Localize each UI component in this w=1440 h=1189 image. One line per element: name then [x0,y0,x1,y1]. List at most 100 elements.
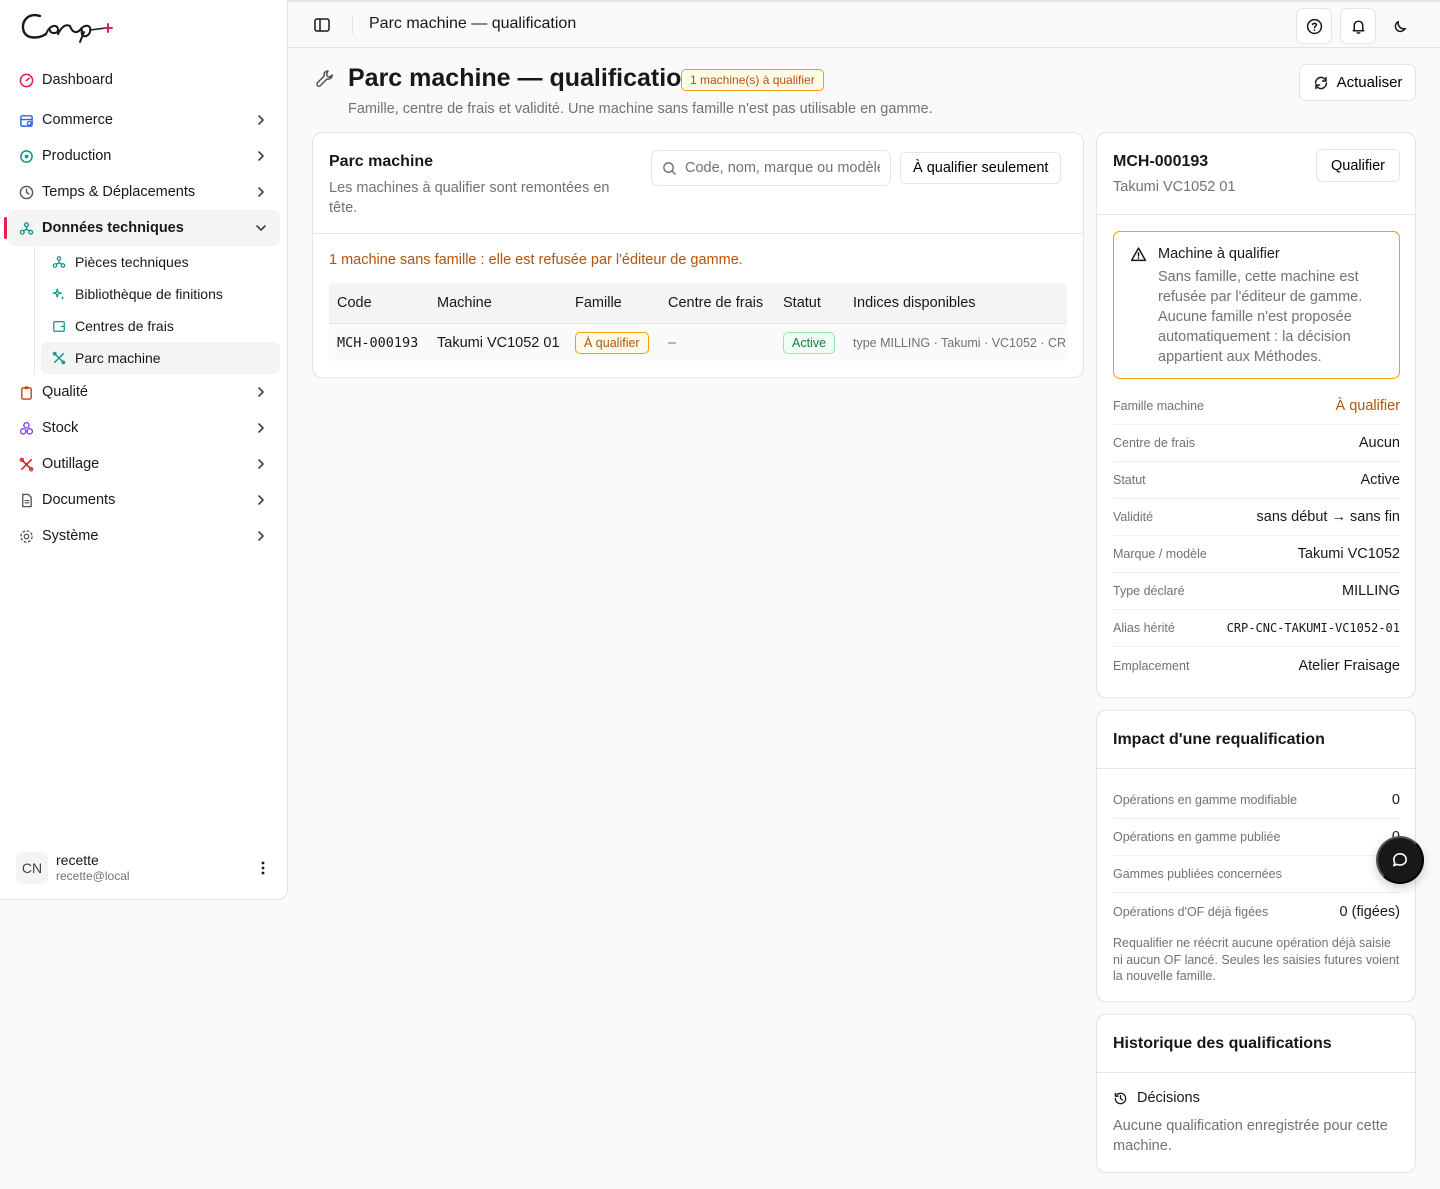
sidebar-item-stock[interactable]: Stock [8,410,280,446]
field-alias: Alias hérité CRP-CNC-TAKUMI-VC1052-01 [1113,610,1400,647]
page-subtitle: Famille, centre de frais et validité. Un… [348,101,933,117]
sidebar-subitem-label: Centres de frais [75,318,174,334]
sidebar-subitem-label: Bibliothèque de finitions [75,286,223,302]
field-value: CRP-CNC-TAKUMI-VC1052-01 [1226,621,1400,635]
card-title: Parc machine [329,153,434,170]
main-nav: Dashboard Commerce Production Temps & Dé… [4,62,280,554]
sidebar-item-label: Commerce [42,112,113,128]
qualify-button[interactable]: Qualifier [1316,149,1400,182]
column-header[interactable]: Indices disponibles [845,295,1067,311]
clipboard-icon [18,384,34,400]
chevron-right-icon [258,495,264,505]
clock-icon [18,184,34,200]
chevron-right-icon [258,459,264,469]
bell-icon [1351,19,1365,34]
chevron-right-icon [258,115,264,125]
history-icon [1114,1092,1127,1104]
field-value: Aucun [1358,435,1400,451]
column-header[interactable]: Machine [429,295,567,311]
sidebar-item-documents[interactable]: Documents [8,482,280,518]
field-label: Marque / modèle [1113,547,1207,561]
divider [313,233,1083,234]
chat-button[interactable] [1376,836,1424,884]
theme-toggle-button[interactable] [1382,8,1418,44]
wallet-icon [51,318,67,334]
field-label: Alias hérité [1113,621,1175,635]
sidebar-item-production[interactable]: Production [8,138,280,174]
cell-statut: Active [775,331,845,354]
sidebar-item-temps[interactable]: Temps & Déplacements [8,174,280,210]
sidebar-subitem-parc-machine[interactable]: Parc machine [41,342,280,374]
sidebar-item-label: Qualité [42,384,88,400]
alert-text: Sans famille, cette machine est refusée … [1158,269,1363,365]
column-header[interactable]: Code [329,295,429,311]
field-type: Type déclaré MILLING [1113,573,1400,610]
sidebar-item-dashboard[interactable]: Dashboard [8,62,280,98]
sidebar-subitem-finitions[interactable]: Bibliothèque de finitions [41,278,280,310]
field-value: À qualifier [1335,398,1400,414]
sidebar-subitem-pieces[interactable]: Pièces techniques [41,246,280,278]
sidebar-item-qualite[interactable]: Qualité [8,374,280,410]
refresh-label: Actualiser [1336,74,1403,91]
search-box[interactable] [651,150,891,186]
factory-icon [18,148,34,164]
field-value: Takumi VC1052 [1297,546,1400,562]
chevron-right-icon [258,151,264,161]
sparkles-icon [51,286,67,302]
cell-code: MCH-000193 [337,334,419,351]
field-value: sans début → sans fin [1256,509,1400,525]
tools-icon [51,350,67,366]
sidebar-item-systeme[interactable]: Système [8,518,280,554]
history-section-title: Décisions [1113,1090,1200,1106]
field-value: MILLING [1341,583,1400,599]
sidebar-subitem-label: Pièces techniques [75,254,189,270]
history-empty-text: Aucune qualification enregistrée pour ce… [1113,1118,1388,1154]
user-email: recette@local [56,869,130,883]
cell-machine: Takumi VC1052 01 [437,334,560,351]
status-badge: À qualifier [575,331,649,354]
warning-triangle-icon [1130,247,1147,262]
sidebar-subitem-centres[interactable]: Centres de frais [41,310,280,342]
machine-detail-card: MCH-000193 Takumi VC1052 01 Qualifier Ma… [1096,132,1416,698]
impact-value: 0 (figées) [1339,903,1400,920]
sidebar-item-outillage[interactable]: Outillage [8,446,280,482]
cell-famille: À qualifier [567,331,660,354]
table-header: Code Machine Famille Centre de frais Sta… [329,283,1067,323]
refresh-button[interactable]: Actualiser [1299,64,1416,101]
impact-label: Gammes publiées concernées [1113,867,1282,881]
column-header[interactable]: Centre de frais [660,295,775,311]
sidebar-subitem-label: Parc machine [75,350,161,366]
field-label: Type déclaré [1113,584,1185,598]
impact-row: Opérations en gamme publiée0 [1113,819,1400,856]
chevron-right-icon [258,187,264,197]
user-menu[interactable]: CN recette recette@local [16,850,272,886]
field-label: Statut [1113,473,1146,487]
sidebar-toggle-icon[interactable] [312,15,332,35]
search-input[interactable] [685,160,880,176]
sidebar-item-label: Outillage [42,456,100,472]
sidebar-item-label: Temps & Déplacements [42,184,196,200]
field-centre: Centre de frais Aucun [1113,425,1400,462]
user-info: recette recette@local [56,852,130,884]
cell-centre: – [668,334,677,351]
chevron-right-icon [258,531,264,541]
machine-table: Code Machine Famille Centre de frais Sta… [329,283,1067,361]
column-header[interactable]: Famille [567,295,660,311]
network-icon [51,254,67,270]
kebab-menu-icon[interactable] [260,860,266,876]
sidebar-item-commerce[interactable]: Commerce [8,102,280,138]
brand-logo[interactable] [18,8,118,44]
field-label: Famille machine [1113,399,1205,413]
moon-icon [1394,20,1406,32]
notifications-button[interactable] [1340,8,1376,44]
sidebar-item-donnees-techniques[interactable]: Données techniques [4,210,280,246]
card-title: Impact d'une requalification [1113,731,1325,748]
gear-icon [18,528,34,544]
table-row[interactable]: MCH-000193 Takumi VC1052 01 À qualifier … [329,323,1067,361]
field-emplacement: Emplacement Atelier Fraisage [1113,647,1400,684]
filter-to-qualify-button[interactable]: À qualifier seulement [900,152,1062,184]
sidebar: Dashboard Commerce Production Temps & Dé… [0,0,288,900]
history-section-label: Décisions [1137,1090,1200,1106]
column-header[interactable]: Statut [775,295,845,311]
help-button[interactable] [1296,8,1332,44]
